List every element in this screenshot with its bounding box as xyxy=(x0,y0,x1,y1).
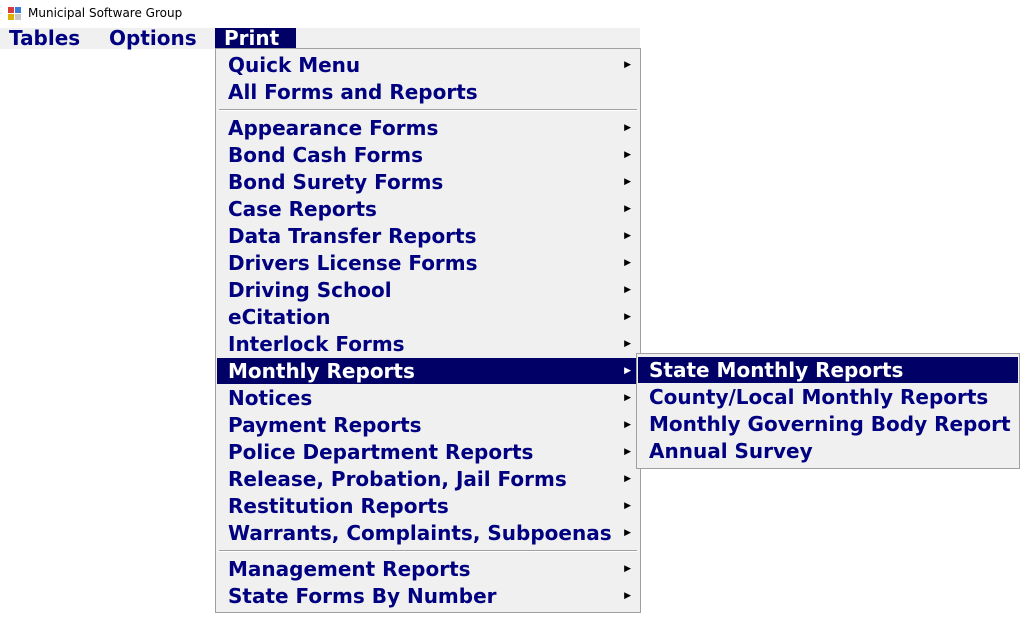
submenu-arrow-icon: ▶ xyxy=(624,60,631,70)
menu-item-label: Driving School xyxy=(228,278,392,302)
menu-item-label: Drivers License Forms xyxy=(228,251,478,275)
title-bar: Municipal Software Group xyxy=(0,0,1021,28)
menu-item-label: Case Reports xyxy=(228,197,377,221)
menu-item-notices[interactable]: Notices ▶ xyxy=(217,385,639,411)
menu-item-label: Warrants, Complaints, Subpoenas xyxy=(228,521,612,545)
menu-options[interactable]: Options xyxy=(100,28,206,49)
menu-item-label: Notices xyxy=(228,386,313,410)
menu-item-label: State Forms By Number xyxy=(228,584,497,608)
window-title: Municipal Software Group xyxy=(28,6,183,20)
menu-item-driving-school[interactable]: Driving School ▶ xyxy=(217,277,639,303)
menu-tables[interactable]: Tables xyxy=(0,28,89,49)
menu-item-label: Release, Probation, Jail Forms xyxy=(228,467,567,491)
submenu-arrow-icon: ▶ xyxy=(624,564,631,574)
menu-print[interactable]: Print xyxy=(215,28,296,49)
menu-item-label: Restitution Reports xyxy=(228,494,449,518)
menu-item-quick-menu[interactable]: Quick Menu ▶ xyxy=(217,52,639,78)
submenu-arrow-icon: ▶ xyxy=(624,123,631,133)
submenu-item-annual-survey[interactable]: Annual Survey xyxy=(638,438,1018,464)
menu-item-restitution-reports[interactable]: Restitution Reports ▶ xyxy=(217,493,639,519)
submenu-item-monthly-governing-body-report[interactable]: Monthly Governing Body Report xyxy=(638,411,1018,437)
submenu-arrow-icon: ▶ xyxy=(624,339,631,349)
submenu-item-state-monthly-reports[interactable]: State Monthly Reports xyxy=(638,357,1018,383)
submenu-arrow-icon: ▶ xyxy=(624,591,631,601)
submenu-item-county-local-monthly-reports[interactable]: County/Local Monthly Reports xyxy=(638,384,1018,410)
submenu-arrow-icon: ▶ xyxy=(624,204,631,214)
monthly-reports-submenu: State Monthly Reports County/Local Month… xyxy=(636,353,1020,469)
menu-item-monthly-reports[interactable]: Monthly Reports ▶ xyxy=(217,358,639,384)
menu-item-label: Payment Reports xyxy=(228,413,422,437)
menu-item-label: All Forms and Reports xyxy=(228,80,478,104)
menu-item-release-probation-jail-forms[interactable]: Release, Probation, Jail Forms ▶ xyxy=(217,466,639,492)
submenu-arrow-icon: ▶ xyxy=(624,258,631,268)
submenu-arrow-icon: ▶ xyxy=(624,312,631,322)
menu-item-ecitation[interactable]: eCitation ▶ xyxy=(217,304,639,330)
menu-item-label: County/Local Monthly Reports xyxy=(649,385,989,409)
menu-separator xyxy=(219,550,637,552)
menu-item-label: Data Transfer Reports xyxy=(228,224,477,248)
menu-item-label: Interlock Forms xyxy=(228,332,405,356)
menu-item-police-department-reports[interactable]: Police Department Reports ▶ xyxy=(217,439,639,465)
menu-item-label: Quick Menu xyxy=(228,53,361,77)
menu-separator xyxy=(219,109,637,111)
menu-item-label: Management Reports xyxy=(228,557,471,581)
menu-item-label: Annual Survey xyxy=(649,439,813,463)
menu-item-payment-reports[interactable]: Payment Reports ▶ xyxy=(217,412,639,438)
menu-item-warrants-complaints-subpoenas[interactable]: Warrants, Complaints, Subpoenas ▶ xyxy=(217,520,639,546)
menu-item-all-forms-and-reports[interactable]: All Forms and Reports xyxy=(217,79,639,105)
menu-item-label: Monthly Reports xyxy=(228,359,415,383)
menu-item-label: eCitation xyxy=(228,305,331,329)
submenu-arrow-icon: ▶ xyxy=(624,501,631,511)
menu-item-label: Bond Surety Forms xyxy=(228,170,444,194)
print-dropdown-menu: Quick Menu ▶ All Forms and Reports Appea… xyxy=(215,48,641,613)
submenu-arrow-icon: ▶ xyxy=(624,420,631,430)
app-icon xyxy=(8,7,21,20)
submenu-arrow-icon: ▶ xyxy=(624,528,631,538)
menu-item-drivers-license-forms[interactable]: Drivers License Forms ▶ xyxy=(217,250,639,276)
menu-item-label: Bond Cash Forms xyxy=(228,143,423,167)
submenu-arrow-icon: ▶ xyxy=(624,285,631,295)
menu-item-data-transfer-reports[interactable]: Data Transfer Reports ▶ xyxy=(217,223,639,249)
submenu-arrow-icon: ▶ xyxy=(624,231,631,241)
menu-item-bond-surety-forms[interactable]: Bond Surety Forms ▶ xyxy=(217,169,639,195)
submenu-arrow-icon: ▶ xyxy=(624,447,631,457)
submenu-arrow-icon: ▶ xyxy=(624,393,631,403)
menu-item-bond-cash-forms[interactable]: Bond Cash Forms ▶ xyxy=(217,142,639,168)
menu-item-appearance-forms[interactable]: Appearance Forms ▶ xyxy=(217,115,639,141)
submenu-arrow-icon: ▶ xyxy=(624,366,631,376)
submenu-arrow-icon: ▶ xyxy=(624,150,631,160)
menu-item-label: Police Department Reports xyxy=(228,440,534,464)
menu-item-management-reports[interactable]: Management Reports ▶ xyxy=(217,556,639,582)
menu-item-interlock-forms[interactable]: Interlock Forms ▶ xyxy=(217,331,639,357)
menu-item-case-reports[interactable]: Case Reports ▶ xyxy=(217,196,639,222)
submenu-arrow-icon: ▶ xyxy=(624,177,631,187)
submenu-arrow-icon: ▶ xyxy=(624,474,631,484)
menu-item-label: State Monthly Reports xyxy=(649,358,904,382)
menu-item-state-forms-by-number[interactable]: State Forms By Number ▶ xyxy=(217,583,639,609)
menu-item-label: Monthly Governing Body Report xyxy=(649,412,1011,436)
menu-bar: Tables Options Print xyxy=(0,28,640,49)
menu-item-label: Appearance Forms xyxy=(228,116,439,140)
